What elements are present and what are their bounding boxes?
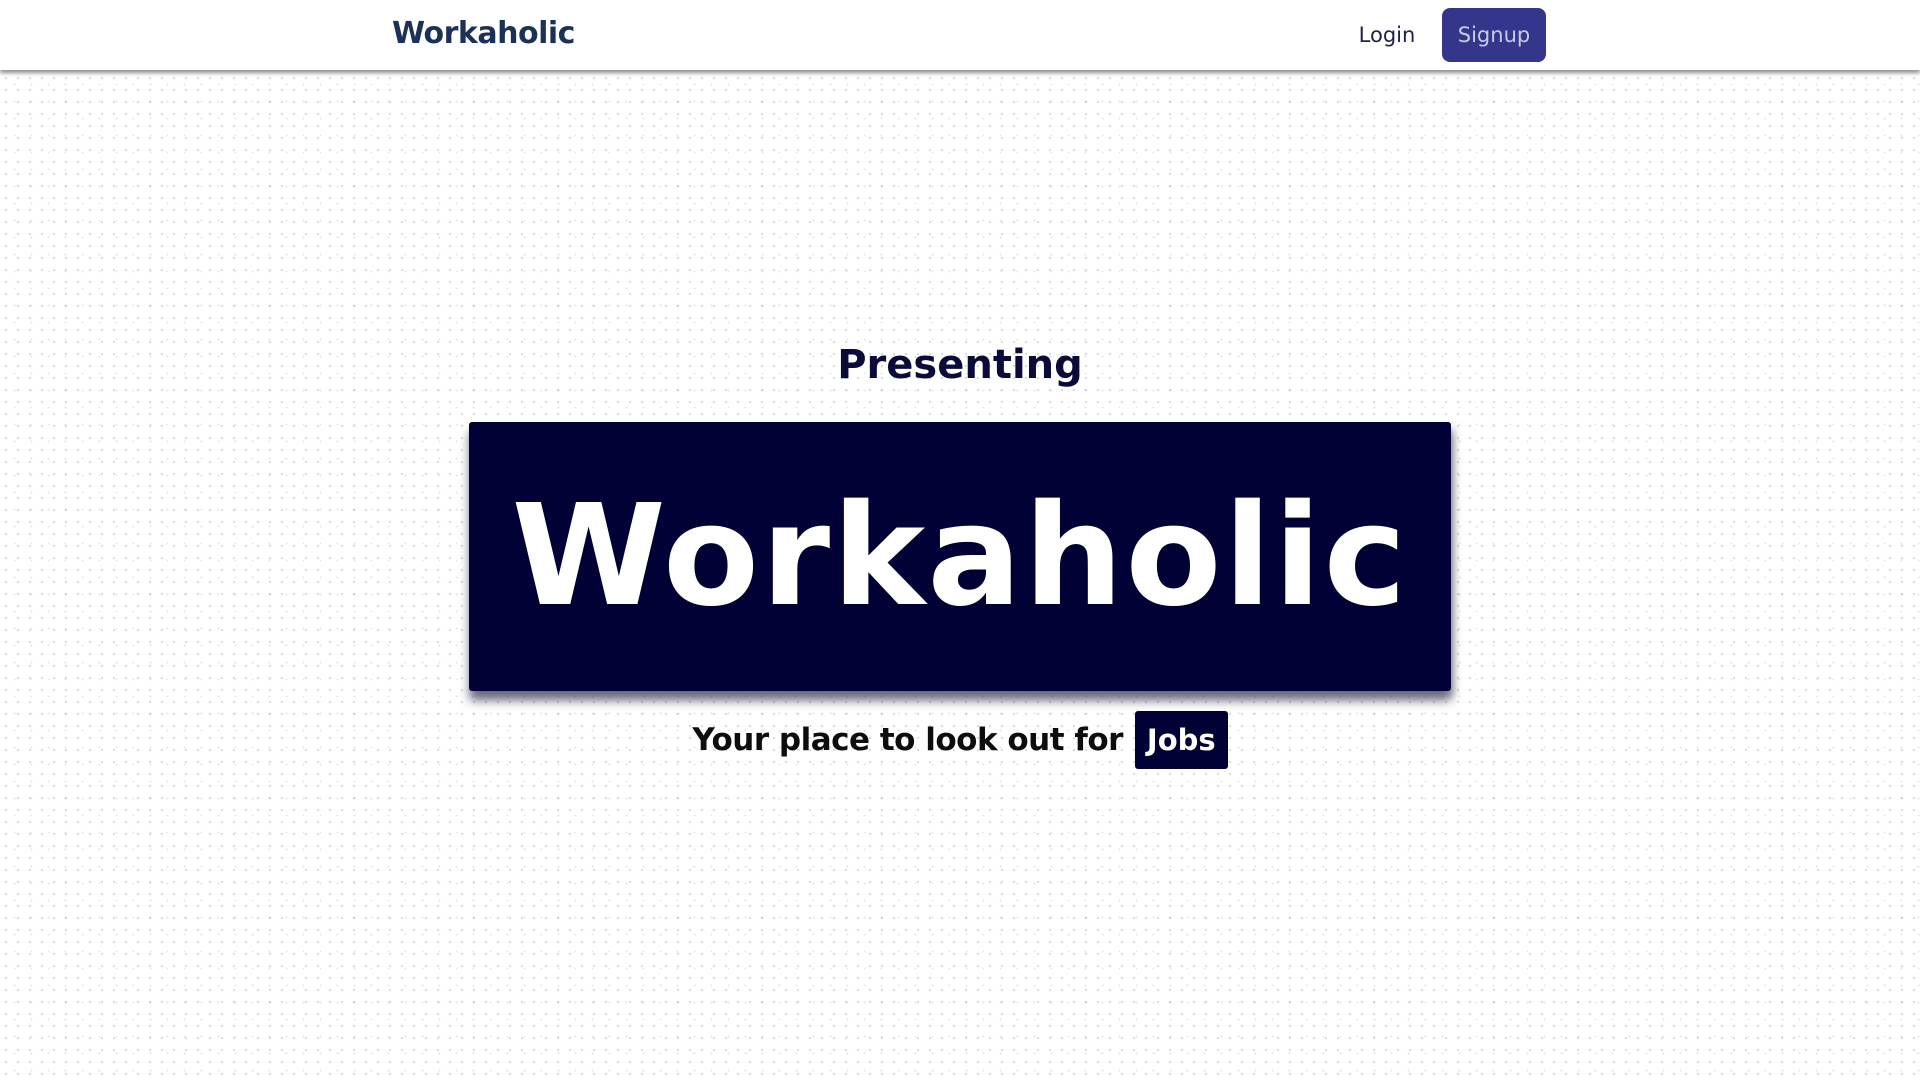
signup-button[interactable]: Signup [1442,8,1546,62]
login-button[interactable]: Login [1350,18,1424,52]
hero-banner: Workaholic [469,422,1451,691]
presenting-heading: Presenting [837,342,1083,388]
hero-title: Workaholic [511,475,1409,638]
tagline: Your place to look out for Jobs [690,711,1230,769]
tagline-text: Your place to look out for [692,722,1123,758]
top-navbar: Workaholic Login Signup [0,0,1920,70]
tagline-highlight-badge: Jobs [1134,711,1228,769]
brand-logo-link[interactable]: Workaholic [392,16,575,51]
